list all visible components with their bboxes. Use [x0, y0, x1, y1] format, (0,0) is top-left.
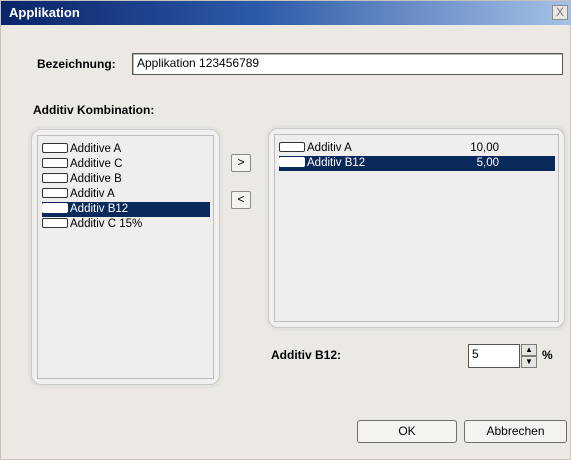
- list-item[interactable]: Additive B: [42, 172, 210, 187]
- add-additive-button[interactable]: >: [231, 154, 251, 172]
- list-item[interactable]: Additive A: [42, 142, 210, 157]
- list-item-label: Additive B: [70, 173, 122, 185]
- available-additives-panel: Additive A Additive C Additive B Additiv A A…: [31, 129, 220, 385]
- checkbox[interactable]: [42, 218, 68, 228]
- available-additives-list[interactable]: Additive A Additive C Additive B Additiv A A…: [37, 135, 214, 379]
- bezeichnung-label: Bezeichnung:: [37, 57, 116, 71]
- list-item-value: 5,00: [476, 157, 499, 169]
- bezeichnung-input[interactable]: Applikation 123456789: [132, 53, 563, 75]
- amount-unit: %: [542, 348, 553, 362]
- checkbox[interactable]: [42, 173, 68, 183]
- checkbox[interactable]: [279, 157, 305, 167]
- list-item-label: Additiv B12: [307, 157, 366, 169]
- checkbox[interactable]: [42, 158, 68, 168]
- list-item-label: Additive C: [70, 158, 123, 170]
- list-item-label: Additiv B12: [70, 203, 129, 215]
- remove-additive-button[interactable]: <: [231, 191, 251, 209]
- close-icon[interactable]: X: [552, 5, 568, 20]
- window-title: Applikation: [9, 5, 80, 20]
- list-item[interactable]: Additive C: [42, 157, 210, 172]
- list-item[interactable]: Additiv A: [42, 187, 210, 202]
- amount-input[interactable]: 5: [468, 344, 520, 368]
- list-item[interactable]: Additiv A 10,00: [279, 141, 555, 156]
- spinner-up-icon[interactable]: ▲: [521, 344, 537, 356]
- list-item[interactable]: Additiv B12 5,00: [279, 156, 555, 171]
- list-item-label: Additiv C 15%: [70, 218, 143, 230]
- list-item-label: Additiv A: [70, 188, 115, 200]
- checkbox[interactable]: [279, 142, 305, 152]
- checkbox[interactable]: [42, 203, 68, 213]
- list-item-label: Additive A: [70, 143, 122, 155]
- selected-additives-list[interactable]: Additiv A 10,00 Additiv B12 5,00: [274, 134, 559, 322]
- checkbox[interactable]: [42, 143, 68, 153]
- list-item-label: Additiv A: [307, 142, 352, 154]
- title-bar[interactable]: Applikation X: [1, 1, 571, 25]
- checkbox[interactable]: [42, 188, 68, 198]
- applikation-dialog: Applikation X Bezeichnung: Applikation 1…: [0, 0, 571, 460]
- list-item[interactable]: Additiv C 15%: [42, 217, 210, 232]
- selected-additives-panel: Additiv A 10,00 Additiv B12 5,00: [268, 128, 565, 328]
- spinner-down-icon[interactable]: ▼: [521, 356, 537, 368]
- ok-button[interactable]: OK: [357, 420, 457, 443]
- additive-combination-label: Additiv Kombination:: [33, 103, 155, 117]
- list-item[interactable]: Additiv B12: [42, 202, 210, 217]
- cancel-button[interactable]: Abbrechen: [464, 420, 567, 443]
- amount-spinner: ▲ ▼: [521, 344, 537, 368]
- amount-label: Additiv B12:: [271, 348, 342, 362]
- list-item-value: 10,00: [470, 142, 499, 154]
